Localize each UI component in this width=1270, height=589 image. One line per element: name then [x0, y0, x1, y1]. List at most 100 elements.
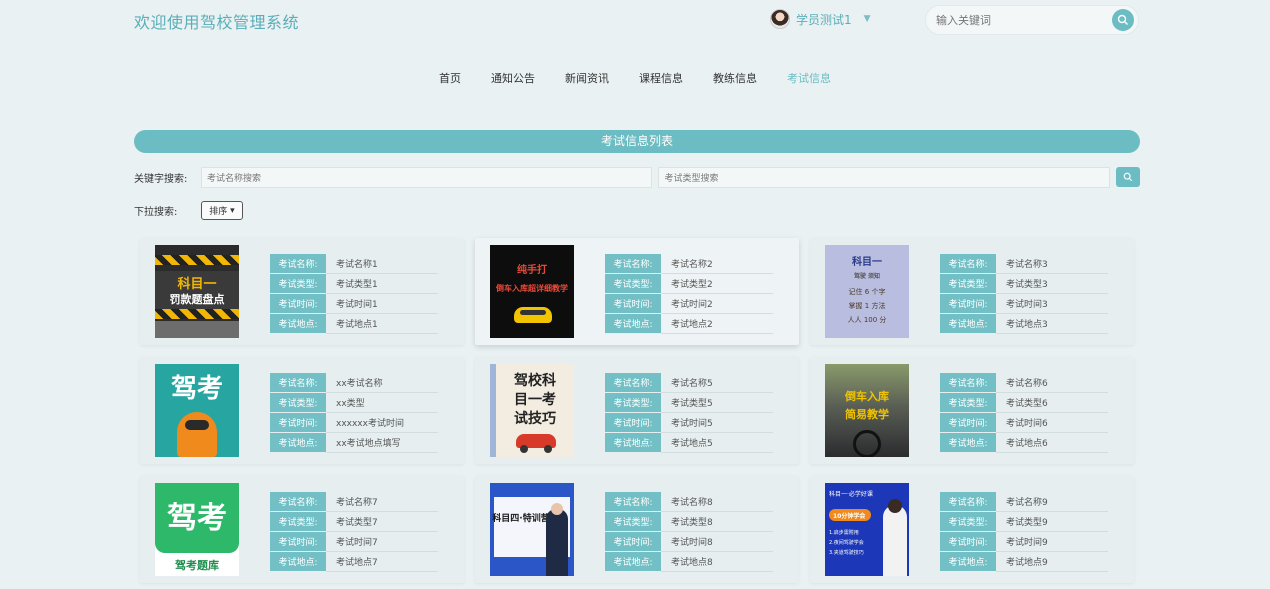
exam-thumbnail: 纯手打 倒车入库超详细教学 — [490, 245, 574, 338]
thumb-line-2: 驾考题库 — [175, 559, 219, 572]
exam-type: 考试类型6 — [996, 393, 1108, 413]
nav-news[interactable]: 新闻资讯 — [550, 70, 624, 86]
exam-card[interactable]: 驾考 考试名称: xx考试名称 考试类型: xx类型 考试时间: xxxxxx考试时间… — [140, 357, 464, 464]
exam-fields: 考试名称: 考试名称5 考试类型: 考试类型5 考试时间: 考试时间5 考试地点: 考试… — [605, 373, 773, 453]
search-icon — [1123, 172, 1133, 182]
sort-dropdown[interactable]: 排序 ▾ — [201, 201, 243, 220]
field-label: 考试地点: — [270, 433, 326, 453]
exam-name: 考试名称1 — [326, 254, 438, 274]
field-row: 考试地点: 考试地点9 — [940, 552, 1108, 572]
car-wheel — [520, 445, 528, 453]
field-label: 考试地点: — [270, 314, 326, 334]
car-window — [520, 310, 546, 315]
main-nav: 首页 通知公告 新闻资讯 课程信息 教练信息 考试信息 — [0, 70, 1270, 86]
thumb-line-5: 人人 100 分 — [847, 316, 887, 324]
exam-type: 考试类型5 — [661, 393, 773, 413]
field-label: 考试时间: — [605, 532, 661, 552]
exam-card[interactable]: 倒车入库 简易教学 考试名称: 考试名称6 考试类型: 考试类型6 考试时间: 考试时… — [810, 357, 1134, 464]
exam-type: 考试类型8 — [661, 512, 773, 532]
exam-time: 考试时间3 — [996, 294, 1108, 314]
field-label: 考试时间: — [270, 532, 326, 552]
field-label: 考试地点: — [605, 314, 661, 334]
field-row: 考试地点: 考试地点8 — [605, 552, 773, 572]
exam-type: 考试类型9 — [996, 512, 1108, 532]
car-window — [185, 420, 209, 430]
search-input[interactable] — [926, 6, 1096, 34]
field-label: 考试时间: — [270, 294, 326, 314]
field-row: 考试地点: 考试地点1 — [270, 314, 438, 334]
exam-time: 考试时间8 — [661, 532, 773, 552]
field-row: 考试时间: 考试时间1 — [270, 294, 438, 314]
nav-notice[interactable]: 通知公告 — [476, 70, 550, 86]
exam-name: 考试名称6 — [996, 373, 1108, 393]
field-label: 考试时间: — [270, 413, 326, 433]
exam-card[interactable]: 科目一 罚款题盘点 考试名称: 考试名称1 考试类型: 考试类型1 考试时间: 考试时… — [140, 238, 464, 345]
chevron-down-icon[interactable]: ▼ — [864, 14, 871, 24]
presenter-figure — [883, 505, 907, 576]
thumb-line-2: 倒车入库超详细教学 — [496, 284, 568, 293]
thumb-line-1: 科目四·特训营 — [492, 514, 550, 524]
exam-thumbnail: 倒车入库 简易教学 — [825, 364, 909, 457]
field-label: 考试地点: — [605, 552, 661, 572]
exam-name-search-input[interactable]: 考试名称搜索 — [200, 166, 653, 188]
field-row: 考试时间: 考试时间2 — [605, 294, 773, 314]
nav-course[interactable]: 课程信息 — [624, 70, 698, 86]
exam-time: 考试时间1 — [326, 294, 438, 314]
exam-name: 考试名称3 — [996, 254, 1108, 274]
avatar[interactable] — [770, 9, 790, 29]
exam-thumbnail: 科目四·特训营 — [490, 483, 574, 576]
field-row: 考试名称: 考试名称2 — [605, 254, 773, 274]
exam-card[interactable]: 科目一 驾驶 须知 记住 6 个字 掌握 1 方法 人人 100 分 考试名称:… — [810, 238, 1134, 345]
road-strip — [155, 321, 239, 338]
caret-down-icon: ▾ — [230, 205, 235, 216]
exam-card[interactable]: 科目一·必学好课 10分钟学会 1.启步需附用 2.夜间驾驶学会 3.夹道驾驶技… — [810, 476, 1134, 583]
exam-card[interactable]: 驾考 驾考题库 考试名称: 考试名称7 考试类型: 考试类型7 考试时间: 考试时间7… — [140, 476, 464, 583]
thumb-line-3: 试技巧 — [514, 411, 556, 427]
field-label: 考试类型: — [605, 274, 661, 294]
exam-time: 考试时间9 — [996, 532, 1108, 552]
exam-thumbnail: 驾校科 目一考 试技巧 — [490, 364, 574, 457]
list-title: 考试信息列表 — [134, 130, 1140, 153]
nav-coach[interactable]: 教练信息 — [698, 70, 772, 86]
field-row: 考试类型: 考试类型3 — [940, 274, 1108, 294]
field-label: 考试类型: — [605, 512, 661, 532]
presenter-head — [888, 499, 902, 513]
presenter-head — [551, 503, 563, 515]
top-bar: 欢迎使用驾校管理系统 学员测试1 ▼ — [0, 0, 1270, 40]
field-label: 考试类型: — [270, 393, 326, 413]
search-icon — [1117, 14, 1128, 25]
exam-location: 考试地点7 — [326, 552, 438, 572]
exam-type: xx类型 — [326, 393, 438, 413]
field-label: 考试地点: — [940, 314, 996, 334]
exam-card[interactable]: 科目四·特训营 考试名称: 考试名称8 考试类型: 考试类型8 考试时间: 考试时间8… — [475, 476, 799, 583]
hazard-stripe — [155, 309, 239, 319]
exam-type: 考试类型3 — [996, 274, 1108, 294]
exam-thumbnail: 科目一·必学好课 10分钟学会 1.启步需附用 2.夜间驾驶学会 3.夹道驾驶技… — [825, 483, 909, 576]
exam-thumbnail: 驾考 驾考题库 — [155, 483, 239, 576]
thumb-line-2: 简易教学 — [845, 408, 889, 421]
field-row: 考试名称: 考试名称9 — [940, 492, 1108, 512]
car-wheel — [544, 445, 552, 453]
nav-home[interactable]: 首页 — [424, 70, 476, 86]
exam-name: 考试名称5 — [661, 373, 773, 393]
user-name[interactable]: 学员测试1 — [796, 11, 852, 28]
exam-fields: 考试名称: xx考试名称 考试类型: xx类型 考试时间: xxxxxx考试时间 考试… — [270, 373, 438, 453]
field-label: 考试地点: — [270, 552, 326, 572]
field-label: 考试名称: — [940, 492, 996, 512]
exam-time: xxxxxx考试时间 — [326, 413, 438, 433]
exam-card[interactable]: 纯手打 倒车入库超详细教学 考试名称: 考试名称2 考试类型: 考试类型2 考试时间… — [475, 238, 799, 345]
field-row: 考试地点: 考试地点3 — [940, 314, 1108, 334]
search-button[interactable] — [1112, 9, 1134, 31]
exam-location: 考试地点8 — [661, 552, 773, 572]
nav-exam[interactable]: 考试信息 — [772, 70, 846, 86]
filter-search-button[interactable] — [1116, 167, 1140, 187]
user-menu[interactable]: 学员测试1 ▼ — [770, 9, 871, 29]
exam-thumbnail: 科目一 驾驶 须知 记住 6 个字 掌握 1 方法 人人 100 分 — [825, 245, 909, 338]
field-label: 考试类型: — [940, 393, 996, 413]
field-row: 考试类型: xx类型 — [270, 393, 438, 413]
thumb-line-1: 纯手打 — [517, 265, 547, 276]
exam-type-search-input[interactable]: 考试类型搜索 — [658, 166, 1111, 188]
presenter-figure — [546, 509, 568, 576]
exam-card[interactable]: 驾校科 目一考 试技巧 考试名称: 考试名称5 考试类型: 考试类型5 考试时间: 考… — [475, 357, 799, 464]
field-row: 考试时间: 考试时间8 — [605, 532, 773, 552]
